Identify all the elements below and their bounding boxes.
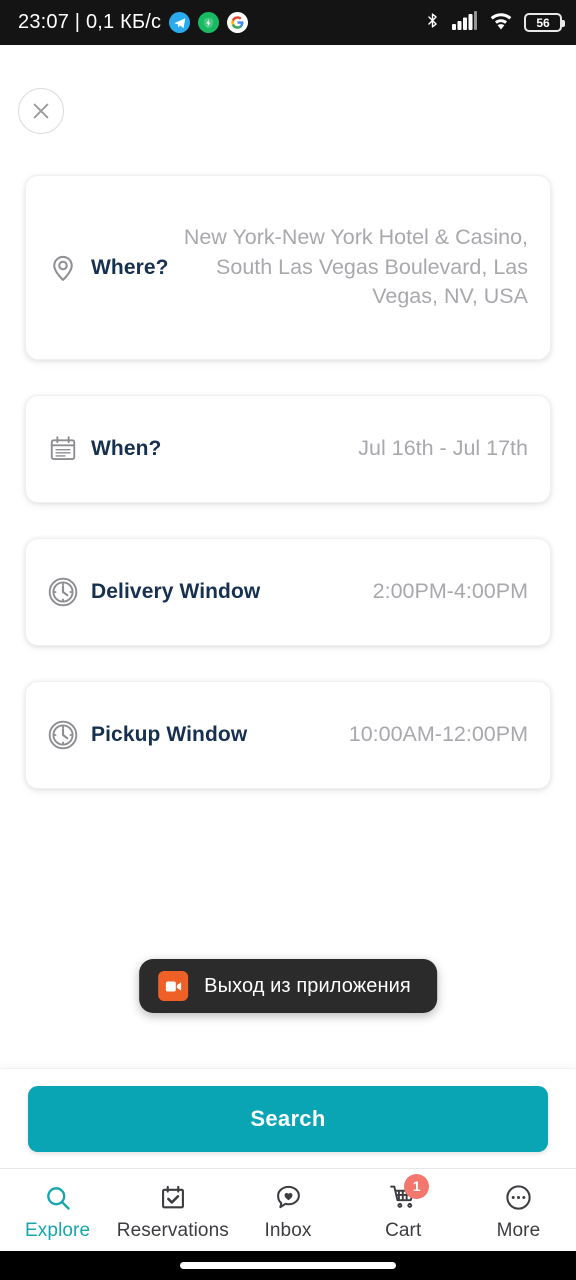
search-button[interactable]: Search — [28, 1085, 548, 1152]
telegram-icon — [169, 12, 191, 33]
phone-screen: 23:07 | 0,1 КБ/c 56 Where? New York-New … — [0, 0, 576, 1280]
card-left-pickup: Pickup Window — [46, 718, 247, 752]
card-label-when: When? — [91, 437, 162, 460]
bluetooth-icon — [424, 10, 441, 36]
search-card-delivery-window[interactable]: Delivery Window 2:00PM-4:00PM — [25, 538, 551, 646]
card-value-pickup-window: 10:00AM-12:00PM — [348, 722, 528, 747]
nav-item-reservations[interactable]: Reservations — [115, 1169, 230, 1251]
status-bar-right: 56 — [424, 10, 565, 36]
google-icon — [227, 12, 249, 33]
close-button[interactable] — [18, 88, 64, 134]
battery-icon: 56 — [524, 13, 565, 32]
search-icon — [41, 1183, 75, 1213]
ellipsis-circle-icon — [501, 1183, 535, 1213]
video-camera-icon — [158, 971, 189, 1001]
map-pin-icon — [46, 251, 80, 285]
nav-item-more[interactable]: More — [461, 1169, 576, 1251]
shield-icon — [198, 12, 220, 33]
card-left-where: Where? — [46, 251, 169, 285]
card-value-when: Jul 16th - Jul 17th — [358, 436, 528, 461]
battery-level: 56 — [536, 15, 550, 30]
card-left-delivery: Delivery Window — [46, 575, 260, 609]
search-card-pickup-window[interactable]: Pickup Window 10:00AM-12:00PM — [25, 681, 551, 789]
card-left-when: When? — [46, 432, 161, 466]
status-bar-left: 23:07 | 0,1 КБ/c — [18, 11, 249, 34]
card-value-delivery-window: 2:00PM-4:00PM — [372, 579, 528, 604]
search-card-where[interactable]: Where? New York-New York Hotel & Casino,… — [25, 175, 551, 360]
bottom-navigation: Explore Reservations Inbox 1 Cart More — [0, 1168, 576, 1251]
nav-label-more: More — [496, 1219, 541, 1241]
cellular-signal-icon — [452, 10, 478, 35]
nav-label-reservations: Reservations — [116, 1219, 229, 1241]
exit-app-toast: Выход из приложения — [139, 959, 437, 1013]
system-navigation-bar — [0, 1251, 576, 1280]
main-content: Where? New York-New York Hotel & Casino,… — [0, 45, 576, 1168]
nav-label-cart: Cart — [385, 1219, 422, 1241]
card-label-pickup-window: Pickup Window — [91, 723, 248, 746]
toast-message: Выход из приложения — [204, 974, 411, 997]
cart-badge: 1 — [404, 1173, 430, 1199]
chat-heart-icon — [271, 1183, 305, 1213]
nav-label-inbox: Inbox — [264, 1219, 312, 1241]
nav-label-explore: Explore — [25, 1219, 91, 1241]
card-label-where: Where? — [91, 255, 169, 279]
search-cards-list: Where? New York-New York Hotel & Casino,… — [0, 175, 576, 789]
wifi-icon — [489, 11, 513, 35]
nav-item-explore[interactable]: Explore — [0, 1169, 115, 1251]
nav-item-inbox[interactable]: Inbox — [230, 1169, 345, 1251]
shopping-cart-icon: 1 — [386, 1173, 430, 1213]
clock-icon — [46, 718, 80, 752]
calendar-check-icon — [156, 1183, 190, 1213]
nav-item-cart[interactable]: 1 Cart — [346, 1169, 461, 1251]
close-icon — [33, 103, 49, 119]
home-indicator[interactable] — [180, 1262, 396, 1269]
status-clock: 23:07 | 0,1 КБ/c — [18, 11, 162, 33]
search-card-when[interactable]: When? Jul 16th - Jul 17th — [25, 395, 551, 503]
card-value-where: New York-New York Hotel & Casino, South … — [183, 225, 528, 309]
clock-icon — [46, 575, 80, 609]
status-bar: 23:07 | 0,1 КБ/c 56 — [0, 0, 576, 45]
calendar-icon — [46, 432, 80, 466]
search-button-bar: Search — [0, 1068, 576, 1168]
card-label-delivery-window: Delivery Window — [91, 580, 261, 603]
